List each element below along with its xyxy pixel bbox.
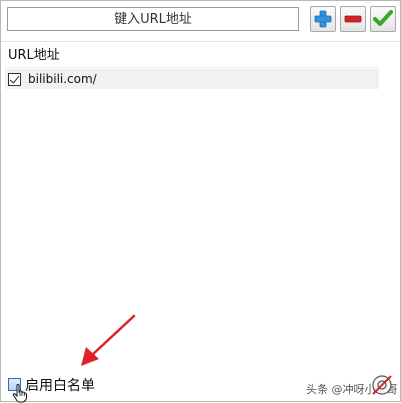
list-item[interactable]: bilibili.com/	[5, 69, 379, 89]
url-list: URL地址 bilibili.com/	[5, 45, 379, 89]
hand-cursor-icon	[12, 384, 27, 403]
red-arrow-annotation	[81, 314, 136, 366]
plus-icon	[314, 10, 332, 28]
remove-url-button[interactable]	[340, 6, 366, 32]
toolbar-divider	[1, 41, 400, 42]
confirm-button[interactable]	[370, 6, 396, 32]
enable-whitelist-label[interactable]: 启用白名单	[25, 375, 95, 395]
url-input[interactable]	[7, 7, 299, 31]
add-url-button[interactable]	[310, 6, 336, 32]
list-column-header: URL地址	[5, 45, 379, 68]
minus-icon	[344, 15, 362, 23]
item-url: bilibili.com/	[28, 72, 97, 86]
checkmark-icon	[373, 10, 393, 26]
url-whitelist-panel: URL地址 bilibili.com/ 启用白名单 头条 @冲呀小二哥	[0, 0, 401, 403]
help-icon[interactable]	[370, 373, 394, 397]
item-checkbox[interactable]	[8, 72, 21, 86]
